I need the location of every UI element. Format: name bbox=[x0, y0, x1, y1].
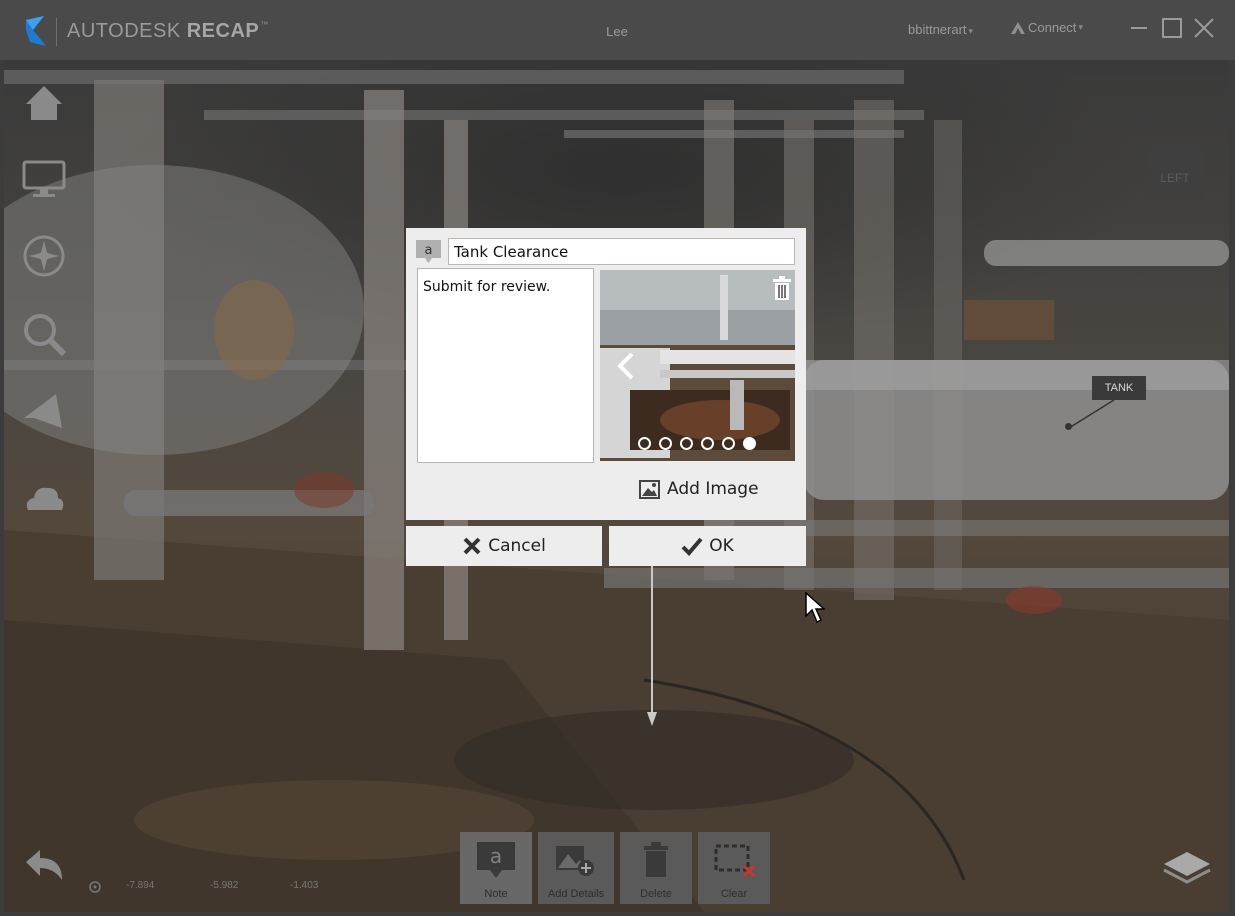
trash-icon bbox=[644, 842, 668, 877]
clear-tool-label: Clear bbox=[720, 888, 748, 900]
add-details-icon bbox=[556, 846, 594, 876]
product-name: RECAP bbox=[186, 20, 260, 42]
connect-menu[interactable]: Connect ▾ bbox=[1010, 20, 1083, 35]
autodesk-logo-icon bbox=[26, 16, 46, 46]
mouse-pointer-icon bbox=[805, 592, 825, 624]
svg-text:a: a bbox=[425, 243, 433, 258]
carousel-dot[interactable] bbox=[638, 437, 651, 450]
layers-icon[interactable] bbox=[1162, 850, 1212, 886]
display-icon[interactable] bbox=[20, 156, 68, 204]
scene-label-tank[interactable]: TANK bbox=[1092, 376, 1146, 400]
label-anchor-dot bbox=[1065, 423, 1072, 430]
add-image-label: Add Image bbox=[667, 479, 759, 499]
note-icon: a bbox=[477, 842, 515, 878]
measure-icon[interactable] bbox=[20, 388, 68, 436]
maximize-icon[interactable] bbox=[1160, 16, 1184, 40]
connect-label: Connect bbox=[1028, 20, 1077, 35]
add-details-button[interactable]: Add Details bbox=[538, 832, 614, 904]
cancel-label: Cancel bbox=[488, 536, 546, 556]
user-menu[interactable]: bbittnerart ▾ bbox=[908, 22, 973, 37]
home-icon[interactable] bbox=[20, 80, 68, 128]
delete-tool-button[interactable]: Delete bbox=[620, 832, 692, 904]
brand-name: AUTODESK bbox=[67, 20, 181, 42]
delete-image-icon[interactable] bbox=[773, 276, 791, 300]
note-dialog: a Submit for review. bbox=[406, 228, 806, 520]
checkmark-icon bbox=[681, 537, 703, 556]
viewcube[interactable]: LEFT bbox=[1146, 150, 1204, 200]
undo-icon[interactable] bbox=[20, 842, 68, 890]
chevron-down-icon: ▾ bbox=[968, 26, 974, 36]
trademark: ™ bbox=[260, 20, 269, 29]
navigate-icon[interactable] bbox=[20, 232, 68, 280]
chevron-left-icon[interactable] bbox=[616, 350, 636, 382]
user-name: bbittnerart bbox=[908, 22, 967, 37]
logo-divider bbox=[56, 18, 57, 46]
bottom-toolbar: a Note Add Details Delete Clear bbox=[460, 832, 776, 904]
coord-x: -7.894 bbox=[126, 880, 155, 891]
coord-y: -5.982 bbox=[210, 880, 239, 891]
image-icon bbox=[639, 479, 660, 499]
document-title: Lee bbox=[606, 24, 628, 39]
note-tool-button[interactable]: a Note bbox=[460, 832, 532, 904]
carousel-dot[interactable] bbox=[743, 437, 756, 450]
target-icon bbox=[89, 881, 101, 893]
add-image-button[interactable]: Add Image bbox=[639, 479, 759, 499]
ok-button[interactable]: OK bbox=[609, 526, 806, 566]
clear-selection-icon bbox=[714, 844, 756, 878]
chevron-down-icon: ▾ bbox=[1078, 22, 1083, 32]
note-title-input[interactable] bbox=[448, 238, 795, 265]
close-x-icon bbox=[463, 537, 481, 555]
note-icon: a bbox=[416, 240, 441, 263]
clear-tool-button[interactable]: Clear bbox=[698, 832, 770, 904]
app-brand: AUTODESK RECAP™ bbox=[67, 20, 269, 43]
carousel-dot[interactable] bbox=[659, 437, 672, 450]
ok-label: OK bbox=[709, 536, 734, 556]
minimize-icon[interactable] bbox=[1128, 16, 1152, 40]
carousel-dot[interactable] bbox=[722, 437, 735, 450]
image-carousel[interactable] bbox=[600, 270, 795, 461]
note-tool-label: Note bbox=[484, 888, 508, 900]
close-icon[interactable] bbox=[1192, 16, 1216, 40]
carousel-page-dots bbox=[638, 437, 764, 450]
add-details-label: Add Details bbox=[547, 888, 605, 900]
cloud-icon[interactable] bbox=[20, 476, 68, 524]
search-icon[interactable] bbox=[20, 310, 68, 358]
carousel-dot[interactable] bbox=[701, 437, 714, 450]
autodesk-a-icon bbox=[1011, 21, 1025, 34]
svg-text:a: a bbox=[490, 844, 502, 868]
carousel-dot[interactable] bbox=[680, 437, 693, 450]
cancel-button[interactable]: Cancel bbox=[406, 526, 602, 566]
note-description-field[interactable]: Submit for review. bbox=[417, 268, 594, 463]
title-bar: AUTODESK RECAP™ Lee bbittnerart ▾ Connect… bbox=[0, 0, 1235, 60]
delete-tool-label: Delete bbox=[640, 888, 672, 900]
coord-z: -1.403 bbox=[290, 880, 319, 891]
